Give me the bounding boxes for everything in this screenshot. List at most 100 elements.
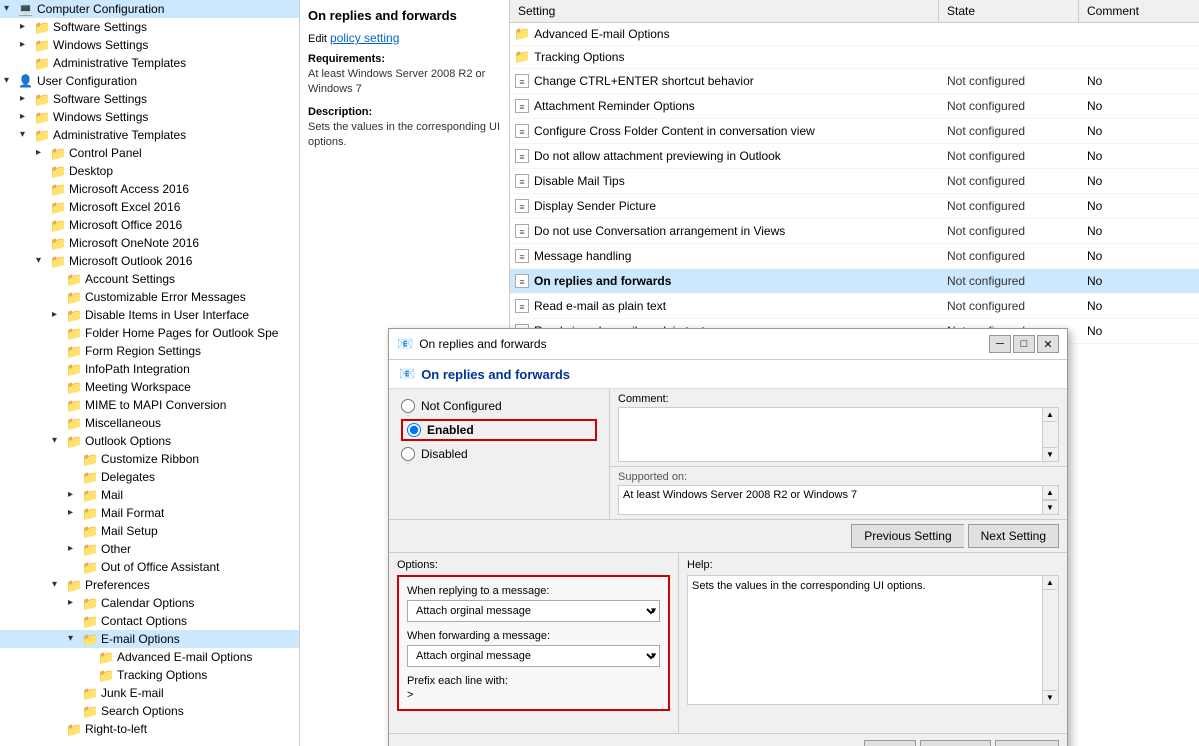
tree-item-mime-mapi[interactable]: 📁MIME to MAPI Conversion [0, 396, 299, 414]
tree-item-ms-excel[interactable]: 📁Microsoft Excel 2016 [0, 198, 299, 216]
next-setting-button[interactable]: Next Setting [968, 524, 1059, 548]
setting-comment: No [1079, 96, 1199, 116]
supported-scroll-down[interactable]: ▼ [1043, 500, 1057, 514]
tree-item-mail-format[interactable]: 📁Mail Format [0, 504, 299, 522]
setting-row[interactable]: ≡Read e-mail as plain textNot configured… [510, 294, 1199, 319]
tree-item-infopath[interactable]: 📁InfoPath Integration [0, 360, 299, 378]
tree-item-mail-setup[interactable]: 📁Mail Setup [0, 522, 299, 540]
tree-label-comp-windows: Windows Settings [53, 38, 148, 52]
dialog-minimize-button[interactable]: ─ [989, 335, 1011, 353]
tree-item-user-config[interactable]: 👤User Configuration [0, 72, 299, 90]
requirements-text: At least Windows Server 2008 R2 or Windo… [308, 67, 501, 98]
setting-row[interactable]: ≡Message handlingNot configuredNo [510, 244, 1199, 269]
chevron-customizable-errors [52, 291, 64, 303]
tree-item-user-admin[interactable]: 📁Administrative Templates [0, 126, 299, 144]
tree-label-email-options: E-mail Options [101, 632, 180, 646]
tree-label-other: Other [101, 542, 131, 556]
tree-label-ms-excel: Microsoft Excel 2016 [69, 200, 180, 214]
chevron-mime-mapi [52, 399, 64, 411]
tree-item-form-region[interactable]: 📁Form Region Settings [0, 342, 299, 360]
reply-select[interactable]: Attach orginal messageDo not include ori… [407, 600, 660, 622]
tree-item-control-panel[interactable]: 📁Control Panel [0, 144, 299, 162]
tree-item-ms-office[interactable]: 📁Microsoft Office 2016 [0, 216, 299, 234]
tree-item-desktop[interactable]: 📁Desktop [0, 162, 299, 180]
previous-setting-button[interactable]: Previous Setting [851, 524, 963, 548]
tree-item-user-software[interactable]: 📁Software Settings [0, 90, 299, 108]
tree-item-delegates[interactable]: 📁Delegates [0, 468, 299, 486]
tree-item-ms-access[interactable]: 📁Microsoft Access 2016 [0, 180, 299, 198]
tree-item-user-windows[interactable]: 📁Windows Settings [0, 108, 299, 126]
setting-row[interactable]: ≡Configure Cross Folder Content in conve… [510, 119, 1199, 144]
setting-row[interactable]: ≡Disable Mail TipsNot configuredNo [510, 169, 1199, 194]
chevron-calendar-options [68, 597, 80, 609]
tree-item-customize-ribbon[interactable]: 📁Customize Ribbon [0, 450, 299, 468]
tree-item-comp-software[interactable]: 📁Software Settings [0, 18, 299, 36]
tree-item-preferences[interactable]: 📁Preferences [0, 576, 299, 594]
setting-row[interactable]: ≡Do not allow attachment previewing in O… [510, 144, 1199, 169]
radio-disabled-item[interactable]: Disabled [401, 447, 597, 461]
radio-not-configured-item[interactable]: Not Configured [401, 399, 597, 413]
tree-label-tracking-options: Tracking Options [117, 668, 207, 682]
tree-item-advanced-email[interactable]: 📁Advanced E-mail Options [0, 648, 299, 666]
middle-edit-section: Edit policy setting [308, 31, 501, 45]
tree-item-comp-admin[interactable]: 📁Administrative Templates [0, 54, 299, 72]
supported-scroll-up[interactable]: ▲ [1043, 486, 1057, 500]
setting-row[interactable]: ≡Display Sender PictureNot configuredNo [510, 194, 1199, 219]
folder-row[interactable]: 📁Tracking Options [510, 46, 1199, 69]
tree-item-calendar-options[interactable]: 📁Calendar Options [0, 594, 299, 612]
forward-select-wrapper: Attach orginal messageDo not include ori… [407, 645, 660, 667]
requirements-section: Requirements: At least Windows Server 20… [308, 53, 501, 98]
cancel-button[interactable]: Cancel [920, 740, 991, 746]
tree-item-account-settings[interactable]: 📁Account Settings [0, 270, 299, 288]
tree-item-computer-config[interactable]: 💻Computer Configuration [0, 0, 299, 18]
comment-textarea[interactable] [618, 407, 1043, 462]
tree-item-junk-email[interactable]: 📁Junk E-mail [0, 684, 299, 702]
dialog-restore-button[interactable]: □ [1013, 335, 1035, 353]
tree-item-ms-outlook[interactable]: 📁Microsoft Outlook 2016 [0, 252, 299, 270]
radio-enabled-label: Enabled [427, 423, 474, 437]
setting-row[interactable]: ≡Do not use Conversation arrangement in … [510, 219, 1199, 244]
help-scroll-down[interactable]: ▼ [1043, 690, 1057, 704]
radio-disabled[interactable] [401, 447, 415, 461]
tree-item-comp-windows[interactable]: 📁Windows Settings [0, 36, 299, 54]
help-section: Help: Sets the values in the correspondi… [679, 553, 1067, 733]
tree-item-ms-onenote[interactable]: 📁Microsoft OneNote 2016 [0, 234, 299, 252]
radio-not-configured[interactable] [401, 399, 415, 413]
apply-button[interactable]: Apply [995, 740, 1059, 746]
tree-item-search-options[interactable]: 📁Search Options [0, 702, 299, 720]
folder-name: Tracking Options [530, 50, 624, 64]
dialog-close-button[interactable]: ✕ [1037, 335, 1059, 353]
tree-label-desktop: Desktop [69, 164, 113, 178]
folder-icon-folder-home: 📁 [66, 326, 82, 340]
tree-item-email-options[interactable]: 📁E-mail Options [0, 630, 299, 648]
folder-icon-form-region: 📁 [66, 344, 82, 358]
tree-item-other[interactable]: 📁Other [0, 540, 299, 558]
radio-enabled-container[interactable]: Enabled [401, 419, 597, 441]
folder-row[interactable]: 📁Advanced E-mail Options [510, 23, 1199, 46]
forward-select[interactable]: Attach orginal messageDo not include ori… [407, 645, 660, 667]
tree-item-out-of-office[interactable]: 📁Out of Office Assistant [0, 558, 299, 576]
chevron-ms-access [36, 183, 48, 195]
tree-item-meeting-workspace[interactable]: 📁Meeting Workspace [0, 378, 299, 396]
tree-item-right-to-left[interactable]: 📁Right-to-left [0, 720, 299, 738]
header-setting: Setting [510, 0, 939, 22]
tree-item-tracking-options[interactable]: 📁Tracking Options [0, 666, 299, 684]
comment-scroll-down[interactable]: ▼ [1043, 447, 1057, 461]
tree-label-out-of-office: Out of Office Assistant [101, 560, 220, 574]
setting-row[interactable]: ≡Attachment Reminder OptionsNot configur… [510, 94, 1199, 119]
ok-button[interactable]: OK [864, 740, 915, 746]
setting-policy-icon: ≡ [510, 199, 530, 213]
tree-item-outlook-options[interactable]: 📁Outlook Options [0, 432, 299, 450]
comment-scroll-up[interactable]: ▲ [1043, 408, 1057, 422]
setting-row[interactable]: ≡Change CTRL+ENTER shortcut behaviorNot … [510, 69, 1199, 94]
radio-enabled[interactable] [407, 423, 421, 437]
tree-item-miscellaneous[interactable]: 📁Miscellaneous [0, 414, 299, 432]
help-scroll-up[interactable]: ▲ [1043, 576, 1057, 590]
tree-item-mail[interactable]: 📁Mail [0, 486, 299, 504]
policy-link[interactable]: policy setting [330, 31, 399, 45]
tree-item-customizable-errors[interactable]: 📁Customizable Error Messages [0, 288, 299, 306]
tree-item-disable-items[interactable]: 📁Disable Items in User Interface [0, 306, 299, 324]
tree-item-folder-home[interactable]: 📁Folder Home Pages for Outlook Spe [0, 324, 299, 342]
setting-row[interactable]: ≡On replies and forwardsNot configuredNo [510, 269, 1199, 294]
tree-item-contact-options[interactable]: 📁Contact Options [0, 612, 299, 630]
